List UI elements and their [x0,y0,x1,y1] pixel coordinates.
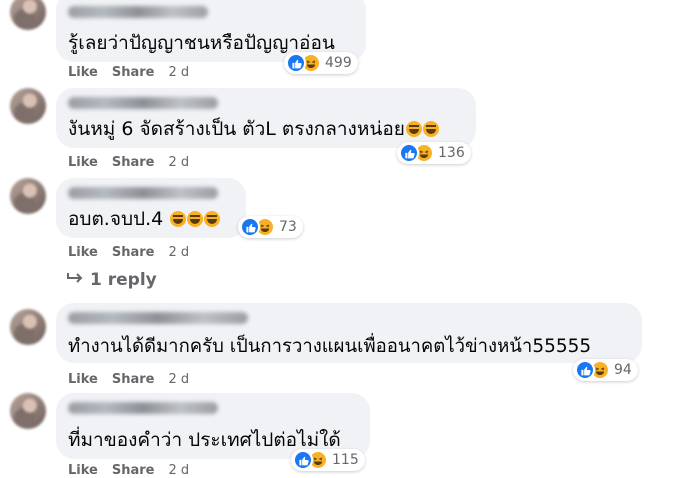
comment-timestamp[interactable]: 2 d [168,245,189,260]
comment-actions: Like Share 2 d [68,245,189,260]
reaction-summary[interactable]: 499 [284,52,358,74]
share-button[interactable]: Share [112,245,155,260]
reaction-summary[interactable]: 73 [238,216,303,238]
commenter-name[interactable] [68,402,218,414]
comment-actions: Like Share 2 d [68,65,189,80]
grinning-squinting-face-icon [422,121,439,137]
like-button[interactable]: Like [68,155,98,170]
thumbs-up-icon [286,53,306,73]
comment-text: ทำงานได้ดีมากครับ เป็นการวางแผนเพื่ออนาค… [68,336,592,357]
thumbs-up-icon [399,143,419,163]
avatar[interactable] [10,178,46,214]
reaction-count: 73 [279,219,297,235]
like-button[interactable]: Like [68,245,98,260]
reaction-count: 115 [332,452,359,468]
reaction-count: 499 [325,55,352,71]
share-button[interactable]: Share [112,155,155,170]
avatar[interactable] [10,88,46,124]
thumbs-up-icon [293,450,313,470]
reaction-summary[interactable]: 136 [397,142,471,164]
reaction-summary[interactable]: 94 [573,359,638,381]
commenter-name[interactable] [68,187,218,199]
tears-of-joy-face-icon [204,211,221,227]
view-replies-link[interactable]: 1 reply [66,270,157,290]
comment-timestamp[interactable]: 2 d [168,463,189,478]
commenter-name[interactable] [68,6,208,18]
comment-text: งันหมู่ 6 จัดสร้างเป็น ตัวL ตรงกลางหน่อย [68,114,439,144]
comment-text-body: งันหมู่ 6 จัดสร้างเป็น ตัวL ตรงกลางหน่อย [68,118,405,140]
comment-actions: Like Share 2 d [68,463,189,478]
commenter-name[interactable] [68,312,248,324]
comment-timestamp[interactable]: 2 d [168,155,189,170]
commenter-name[interactable] [68,97,218,109]
share-button[interactable]: Share [112,65,155,80]
thumbs-up-icon [575,360,595,380]
avatar[interactable] [10,393,46,429]
comment-bubble: อบต.จบป.4 [56,178,246,238]
reaction-count: 136 [438,145,465,161]
tears-of-joy-face-icon [187,211,204,227]
replies-count-label: 1 reply [90,270,157,290]
comment-text: อบต.จบป.4 [68,204,221,234]
share-button[interactable]: Share [112,463,155,478]
grinning-squinting-face-icon [405,121,422,137]
reaction-count: 94 [614,362,632,378]
like-button[interactable]: Like [68,65,98,80]
comment-text-body: อบต.จบป.4 [68,208,164,230]
comment-timestamp[interactable]: 2 d [168,372,189,387]
reply-arrow-icon [66,270,84,290]
comment-bubble: ทำงานได้ดีมากครับ เป็นการวางแผนเพื่ออนาค… [56,303,642,363]
avatar[interactable] [10,0,46,30]
like-button[interactable]: Like [68,463,98,478]
comment-actions: Like Share 2 d [68,372,189,387]
comment-timestamp[interactable]: 2 d [168,65,189,80]
tears-of-joy-face-icon [170,211,187,227]
comment-actions: Like Share 2 d [68,155,189,170]
avatar[interactable] [10,309,46,345]
like-button[interactable]: Like [68,372,98,387]
share-button[interactable]: Share [112,372,155,387]
comment-bubble: งันหมู่ 6 จัดสร้างเป็น ตัวL ตรงกลางหน่อย [56,88,476,148]
thumbs-up-icon [240,217,260,237]
